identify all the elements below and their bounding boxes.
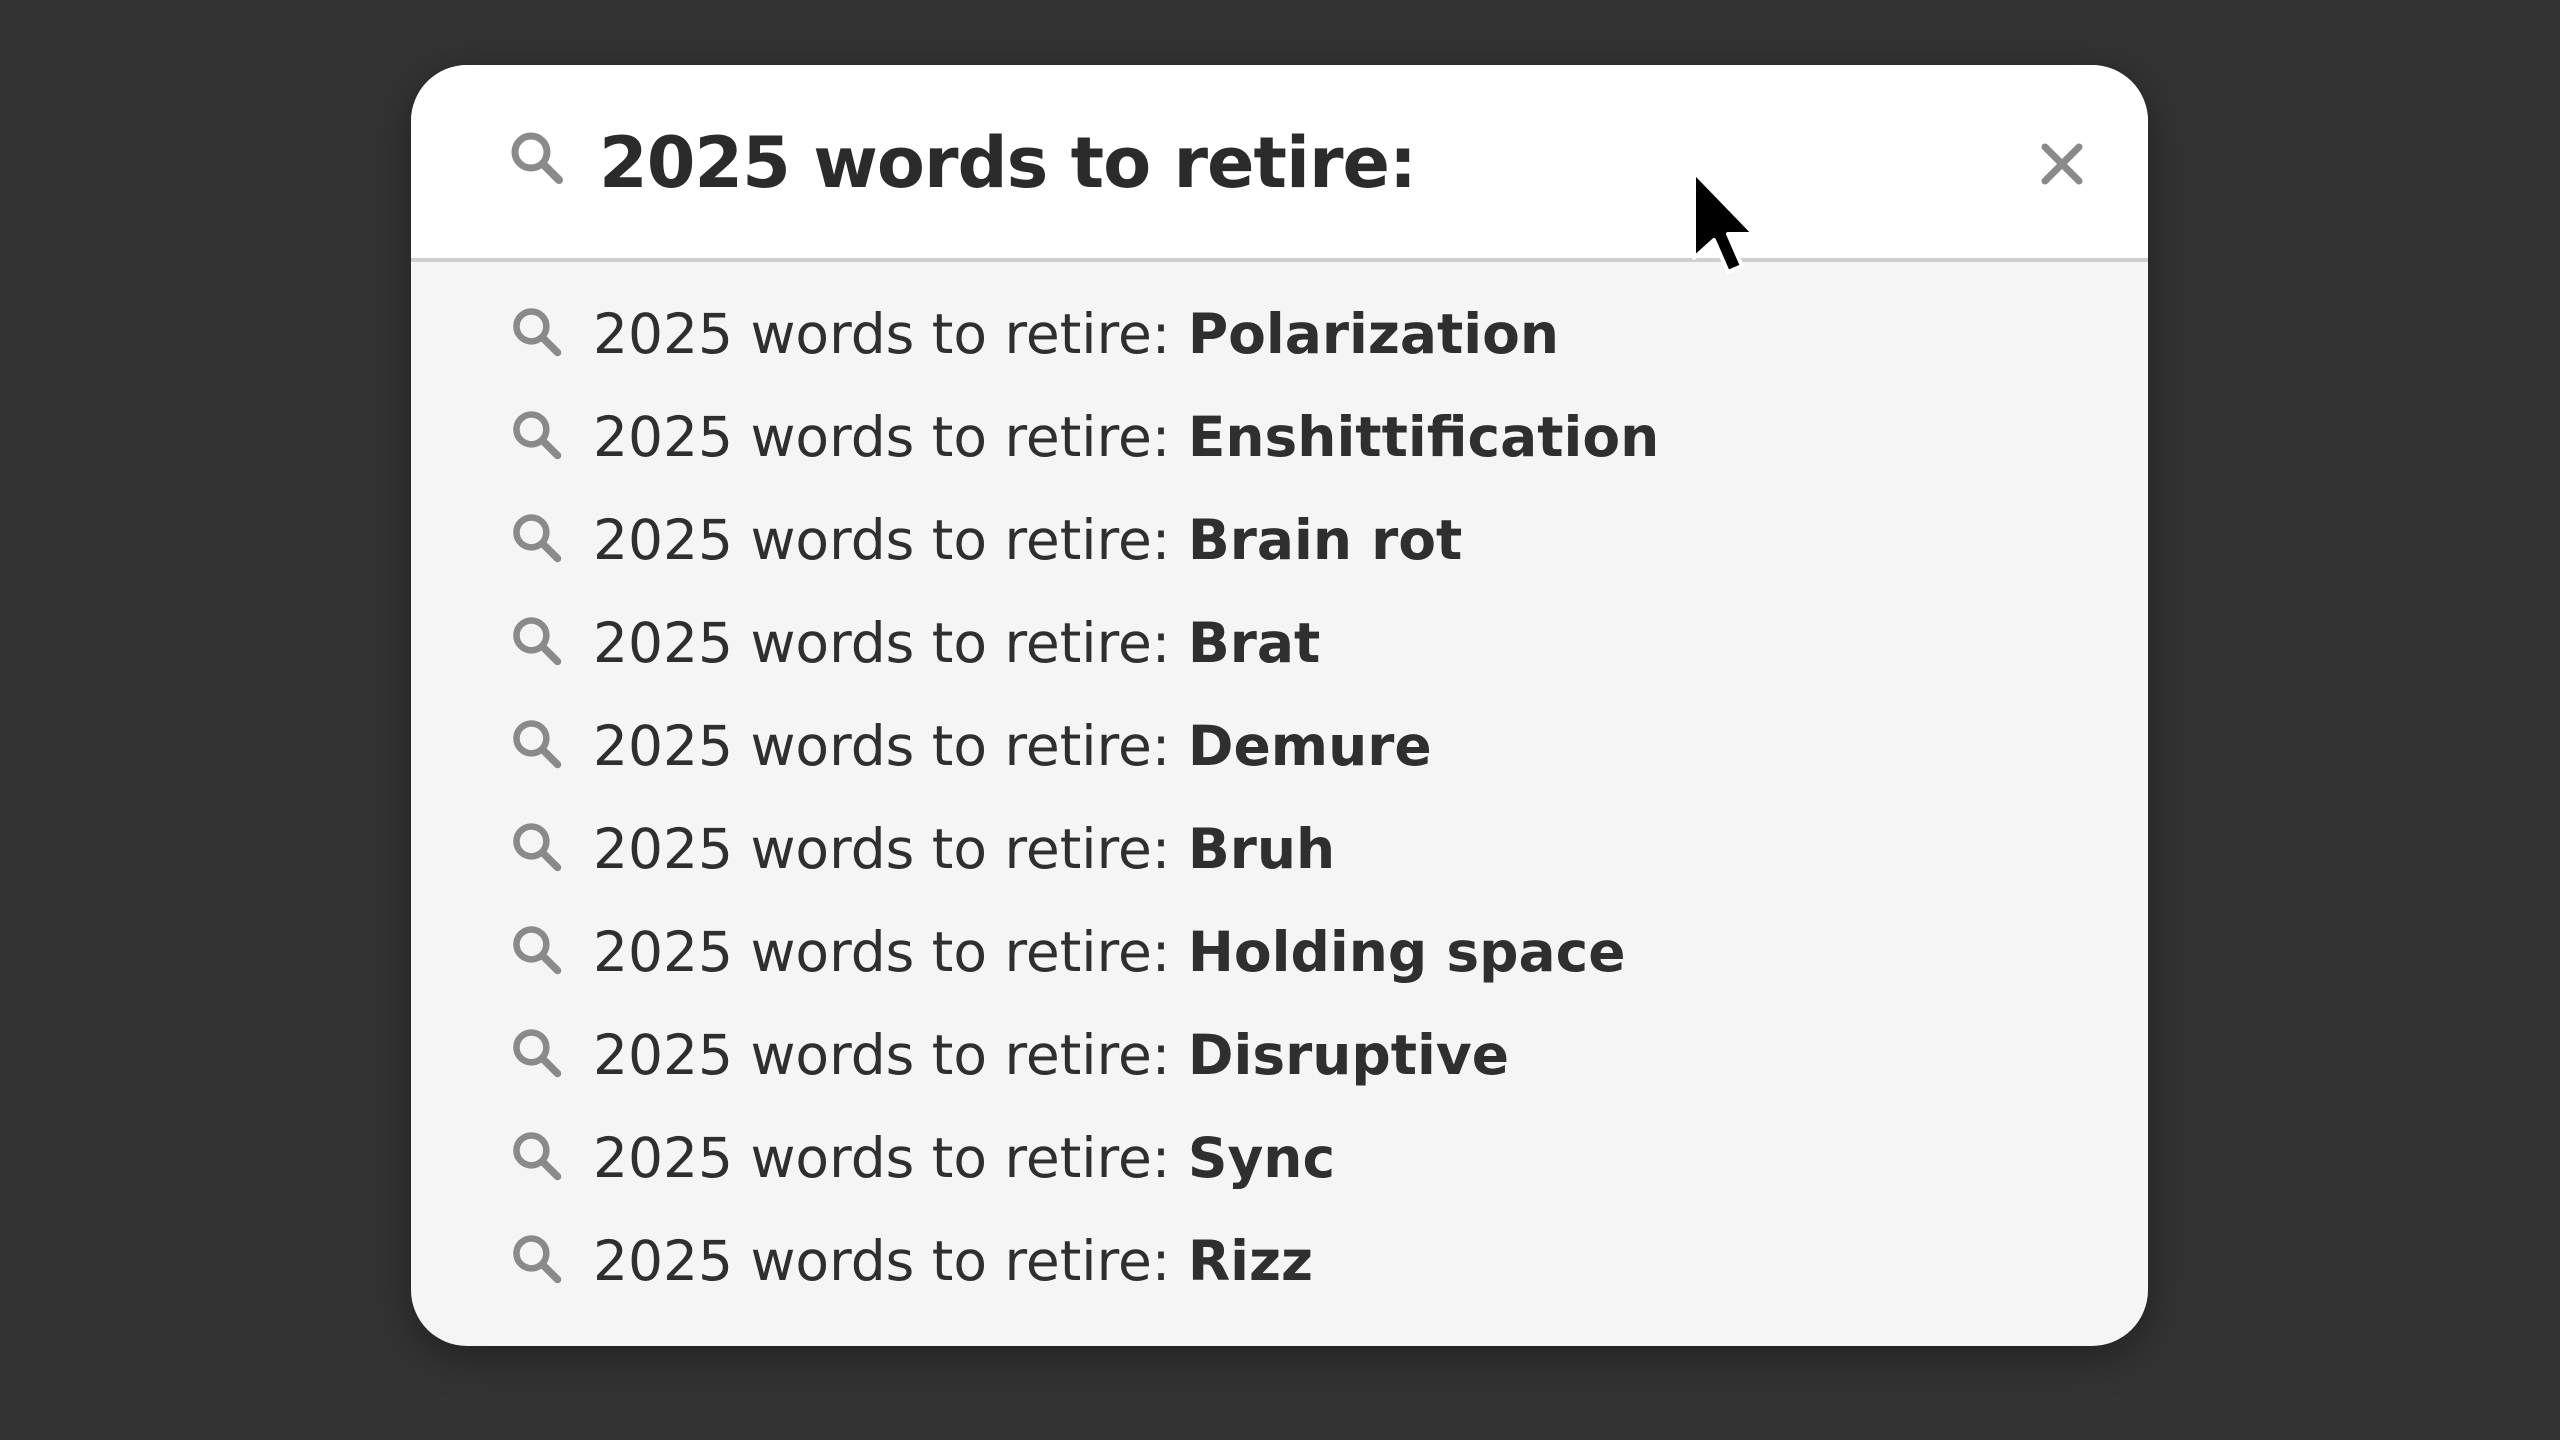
suggestion-text: 2025 words to retire: Brain rot [593,504,1462,576]
suggestion-prefix: 2025 words to retire: [593,714,1188,778]
suggestion-text: 2025 words to retire: Disruptive [593,1019,1509,1091]
suggestion-term: Brain rot [1187,508,1463,572]
suggestion-term: Rizz [1187,1229,1314,1293]
close-icon [2041,143,2083,185]
search-input[interactable]: 2025 words to retire: [599,113,1417,213]
suggestion-text: 2025 words to retire: Enshittification [593,401,1659,473]
suggestion-term: Enshittification [1187,405,1660,469]
search-icon [509,922,565,978]
search-icon [509,407,565,463]
suggestion-prefix: 2025 words to retire: [593,405,1188,469]
suggestion-text: 2025 words to retire: Holding space [593,916,1626,988]
suggestion-prefix: 2025 words to retire: [593,817,1188,881]
search-icon [509,613,565,669]
desktop-background: 2025 words to retire: 2025 words to reti… [0,0,2560,1440]
suggestion-term: Disruptive [1187,1023,1510,1087]
suggestion-prefix: 2025 words to retire: [593,611,1188,675]
suggestion-prefix: 2025 words to retire: [593,508,1188,572]
suggestion-prefix: 2025 words to retire: [593,302,1188,366]
search-icon [507,128,567,188]
search-icon [509,819,565,875]
search-icon [509,510,565,566]
suggestion-term: Polarization [1187,302,1560,366]
search-icon [509,304,565,360]
search-icon [509,716,565,772]
search-icon [509,1025,565,1081]
suggestion-item[interactable]: 2025 words to retire: Rizz [411,1229,2148,1346]
suggestion-text: 2025 words to retire: Rizz [593,1225,1313,1297]
suggestion-term: Demure [1187,714,1432,778]
suggestion-term: Holding space [1187,920,1626,984]
suggestion-text: 2025 words to retire: Demure [593,710,1432,782]
suggestion-prefix: 2025 words to retire: [593,1023,1188,1087]
suggestion-list: 2025 words to retire: Polarization 2025 … [411,302,2148,1346]
suggestion-prefix: 2025 words to retire: [593,1229,1188,1293]
suggestion-text: 2025 words to retire: Sync [593,1122,1335,1194]
suggestion-term: Brat [1187,611,1321,675]
suggestion-term: Sync [1187,1126,1336,1190]
suggestion-prefix: 2025 words to retire: [593,920,1188,984]
search-icon [509,1231,565,1287]
suggestion-prefix: 2025 words to retire: [593,1126,1188,1190]
suggestion-text: 2025 words to retire: Bruh [593,813,1335,885]
clear-search-button[interactable] [2035,137,2089,191]
search-autocomplete-panel: 2025 words to retire: 2025 words to reti… [411,65,2148,1346]
search-icon [509,1128,565,1184]
suggestion-text: 2025 words to retire: Polarization [593,298,1559,370]
suggestion-term: Bruh [1187,817,1336,881]
search-bar[interactable]: 2025 words to retire: [411,65,2148,262]
suggestion-text: 2025 words to retire: Brat [593,607,1320,679]
